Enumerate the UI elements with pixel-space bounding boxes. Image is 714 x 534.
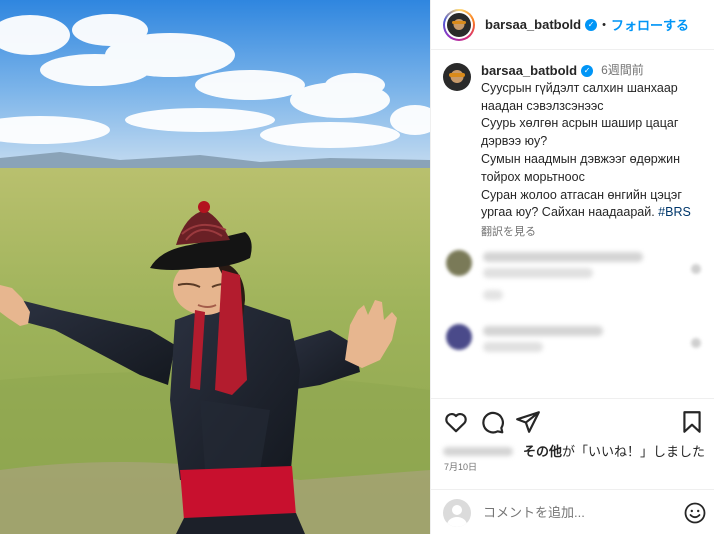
comment-item [443, 250, 705, 310]
verified-badge-icon: ✓ [585, 18, 598, 31]
likes-text: が「いいね！」しました [562, 444, 706, 459]
caption: barsaa_batbold ✓ 6週間前 Суусрын гүйдэлт са… [443, 62, 705, 242]
comment-avatar[interactable] [446, 324, 472, 350]
heart-icon[interactable] [443, 409, 469, 435]
verified-badge-icon: ✓ [581, 64, 594, 77]
post-image [0, 0, 430, 534]
emoji-icon[interactable] [683, 501, 707, 525]
caption-text: Суусрын гүйдэлт салхин шанхаар наадан сэ… [481, 80, 691, 222]
avatar[interactable] [447, 12, 471, 37]
share-icon[interactable] [515, 409, 541, 435]
comment-like-icon[interactable] [691, 264, 701, 274]
post-date[interactable]: 7月10日 [444, 460, 477, 473]
caption-body: Суусрын гүйдэлт салхин шанхаар наадан сэ… [481, 80, 682, 220]
caption-time[interactable]: 6週間前 [601, 62, 644, 80]
liker-name-blurred [443, 447, 513, 457]
post-photo[interactable] [0, 0, 430, 534]
current-user-avatar [443, 498, 471, 527]
post-header: barsaa_batbold ✓ • フォローする [431, 0, 714, 50]
add-comment-bar [431, 489, 714, 534]
story-ring[interactable] [443, 8, 475, 41]
comment-avatar[interactable] [446, 250, 472, 276]
comment-like-icon[interactable] [691, 338, 701, 348]
likes-summary[interactable]: その他が「いいね！」しました [443, 441, 705, 460]
comment-item [443, 324, 705, 384]
follow-button[interactable]: フォローする [611, 15, 689, 34]
comment-meta-blurred [483, 290, 503, 300]
caption-username[interactable]: barsaa_batbold [481, 62, 577, 80]
caption-avatar[interactable] [443, 63, 471, 91]
hashtag-link[interactable]: #BRS [658, 205, 691, 219]
comment-text-blurred [483, 268, 593, 278]
separator-dot: • [602, 18, 606, 31]
likes-others[interactable]: その他 [523, 444, 562, 459]
post-side-panel: barsaa_batbold ✓ • フォローする barsaa_batbold… [430, 0, 714, 534]
translate-link[interactable]: 翻訳を見る [481, 224, 691, 242]
comment-input[interactable] [483, 505, 673, 520]
header-username[interactable]: barsaa_batbold [485, 17, 581, 32]
comment-icon[interactable] [479, 409, 505, 435]
comment-text-blurred [483, 342, 543, 352]
comment-text-blurred [483, 252, 643, 262]
bookmark-icon[interactable] [679, 409, 705, 435]
post-actions: その他が「いいね！」しました 7月10日 [431, 398, 714, 534]
comment-text-blurred [483, 326, 603, 336]
